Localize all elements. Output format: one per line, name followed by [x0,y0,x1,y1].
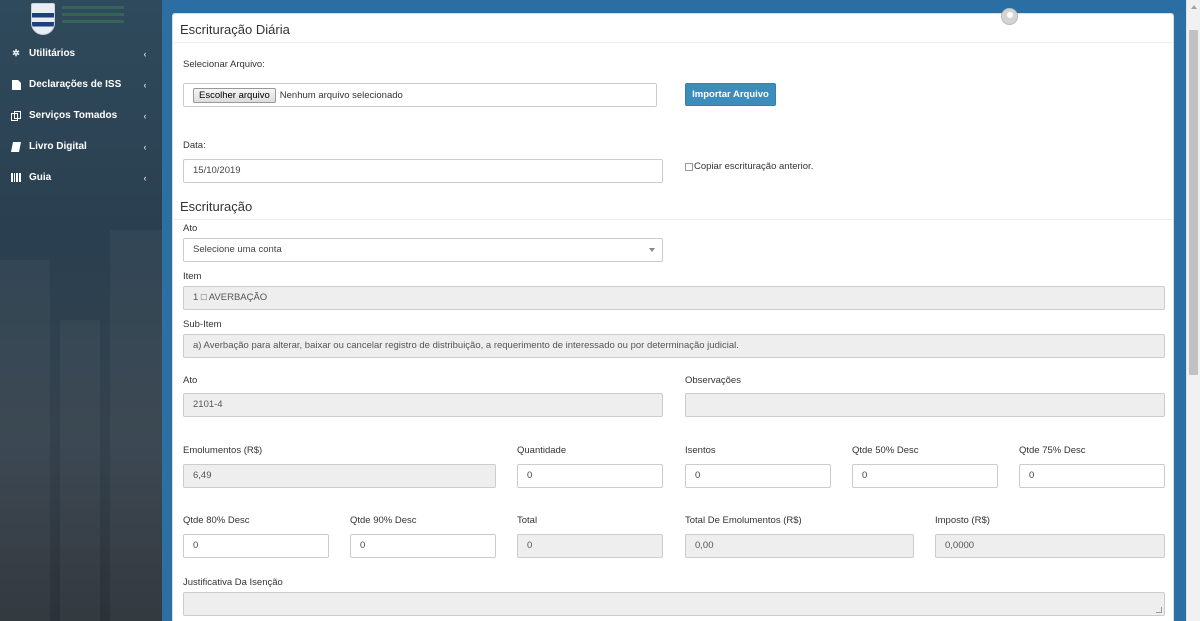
file-icon [11,79,21,90]
sidebar-item-guia[interactable]: Guia ‹ [0,162,162,193]
divider [173,42,1173,43]
sidebar-item-label: Livro Digital [29,141,87,152]
date-label: Data: [183,140,206,151]
sidebar-item-label: Declarações de ISS [29,79,122,90]
choose-file-button[interactable]: Escolher arquivo [193,87,276,103]
isentos-input[interactable]: 0 [685,464,831,488]
ato-code-label: Ato [183,375,198,386]
imposto-label: Imposto (R$) [935,515,990,526]
sidebar-item-utilitarios[interactable]: ✲ Utilitários ‹ [0,38,162,69]
background-building [0,260,50,621]
imposto-field[interactable]: 0,0000 [935,534,1165,558]
logo[interactable] [0,0,162,38]
qtde-75-label: Qtde 75% Desc [1019,445,1086,456]
sidebar: ✲ Utilitários ‹ Declarações de ISS ‹ Ser… [0,0,162,621]
sidebar-item-label: Utilitários [29,48,76,59]
qtde-80-label: Qtde 80% Desc [183,515,250,526]
total-field[interactable]: 0 [517,534,663,558]
background-building [60,320,100,621]
qtde-75-input[interactable]: 0 [1019,464,1165,488]
sidebar-item-livro-digital[interactable]: Livro Digital ‹ [0,131,162,162]
qtde-50-input[interactable]: 0 [852,464,998,488]
section-title: Escrituração [180,199,253,214]
copy-icon [11,110,21,121]
qtde-50-label: Qtde 50% Desc [852,445,919,456]
quantidade-label: Quantidade [517,445,567,456]
chevron-left-icon: ‹ [143,172,147,183]
chevron-left-icon: ‹ [143,110,147,121]
observacoes-label: Observações [685,375,741,386]
ato-code-field[interactable]: 2101-4 [183,393,663,417]
main-panel: Escrituração Diária Selecionar Arquivo:… [172,13,1174,621]
scrollbar-thumb[interactable] [1189,30,1198,375]
sidebar-item-label: Serviços Tomados [29,110,118,121]
coat-of-arms-icon [31,3,55,35]
sidebar-item-label: Guia [29,172,52,183]
caret-down-icon [649,248,655,252]
background-building [110,230,162,621]
ato-select[interactable]: Selecione uma conta [183,238,663,262]
qtde-80-input[interactable]: 0 [183,534,329,558]
total-label: Total [517,515,538,526]
quantidade-input[interactable]: 0 [517,464,663,488]
emolumentos-label: Emolumentos (R$) [183,445,263,456]
subitem-label: Sub-Item [183,319,222,330]
justificativa-textarea[interactable] [183,592,1165,616]
date-input[interactable]: 15/10/2019 [183,159,663,183]
page-scrollbar[interactable] [1186,0,1200,621]
observacoes-field[interactable] [685,393,1165,417]
sidebar-item-servicos-tomados[interactable]: Serviços Tomados ‹ [0,100,162,131]
total-emolumentos-field[interactable]: 0,00 [685,534,914,558]
isentos-label: Isentos [685,445,716,456]
copy-previous-label: Copiar escrituração anterior. [694,161,814,172]
page-title: Escrituração Diária [180,22,290,37]
total-emolumentos-label: Total De Emolumentos (R$) [685,515,802,526]
gear-icon: ✲ [12,48,20,58]
emolumentos-field[interactable]: 6,49 [183,464,496,488]
chevron-left-icon: ‹ [143,48,147,59]
select-file-label: Selecionar Arquivo: [183,59,265,70]
file-input[interactable]: Escolher arquivo Nenhum arquivo selecion… [183,83,657,107]
copy-previous-checkbox[interactable] [685,162,693,171]
sidebar-menu: ✲ Utilitários ‹ Declarações de ISS ‹ Ser… [0,38,162,193]
divider [173,219,1173,220]
qtde-90-label: Qtde 90% Desc [350,515,417,526]
book-icon [11,141,21,152]
chevron-left-icon: ‹ [143,141,147,152]
scroll-up-icon[interactable] [1191,5,1197,9]
user-avatar-icon[interactable] [1001,8,1018,25]
sidebar-item-declaracoes-iss[interactable]: Declarações de ISS ‹ [0,69,162,100]
ato-select-label: Ato [183,223,198,234]
import-file-button[interactable]: Importar Arquivo [685,83,776,106]
file-status-text: Nenhum arquivo selecionado [279,89,403,101]
chevron-left-icon: ‹ [143,79,147,90]
qtde-90-input[interactable]: 0 [350,534,496,558]
subitem-field[interactable]: a) Averbação para alterar, baixar ou can… [183,334,1165,358]
resize-grip-icon[interactable] [1156,607,1162,613]
logo-text-graphic [62,6,124,30]
copy-previous-option[interactable]: Copiar escrituração anterior. [685,161,813,172]
top-bar [162,0,1186,14]
item-field[interactable]: 1 □ AVERBAÇÃO [183,286,1165,310]
ato-select-value: Selecione uma conta [193,244,282,255]
justificativa-label: Justificativa Da Isenção [183,577,283,588]
barcode-icon [11,173,21,183]
item-label: Item [183,271,202,282]
